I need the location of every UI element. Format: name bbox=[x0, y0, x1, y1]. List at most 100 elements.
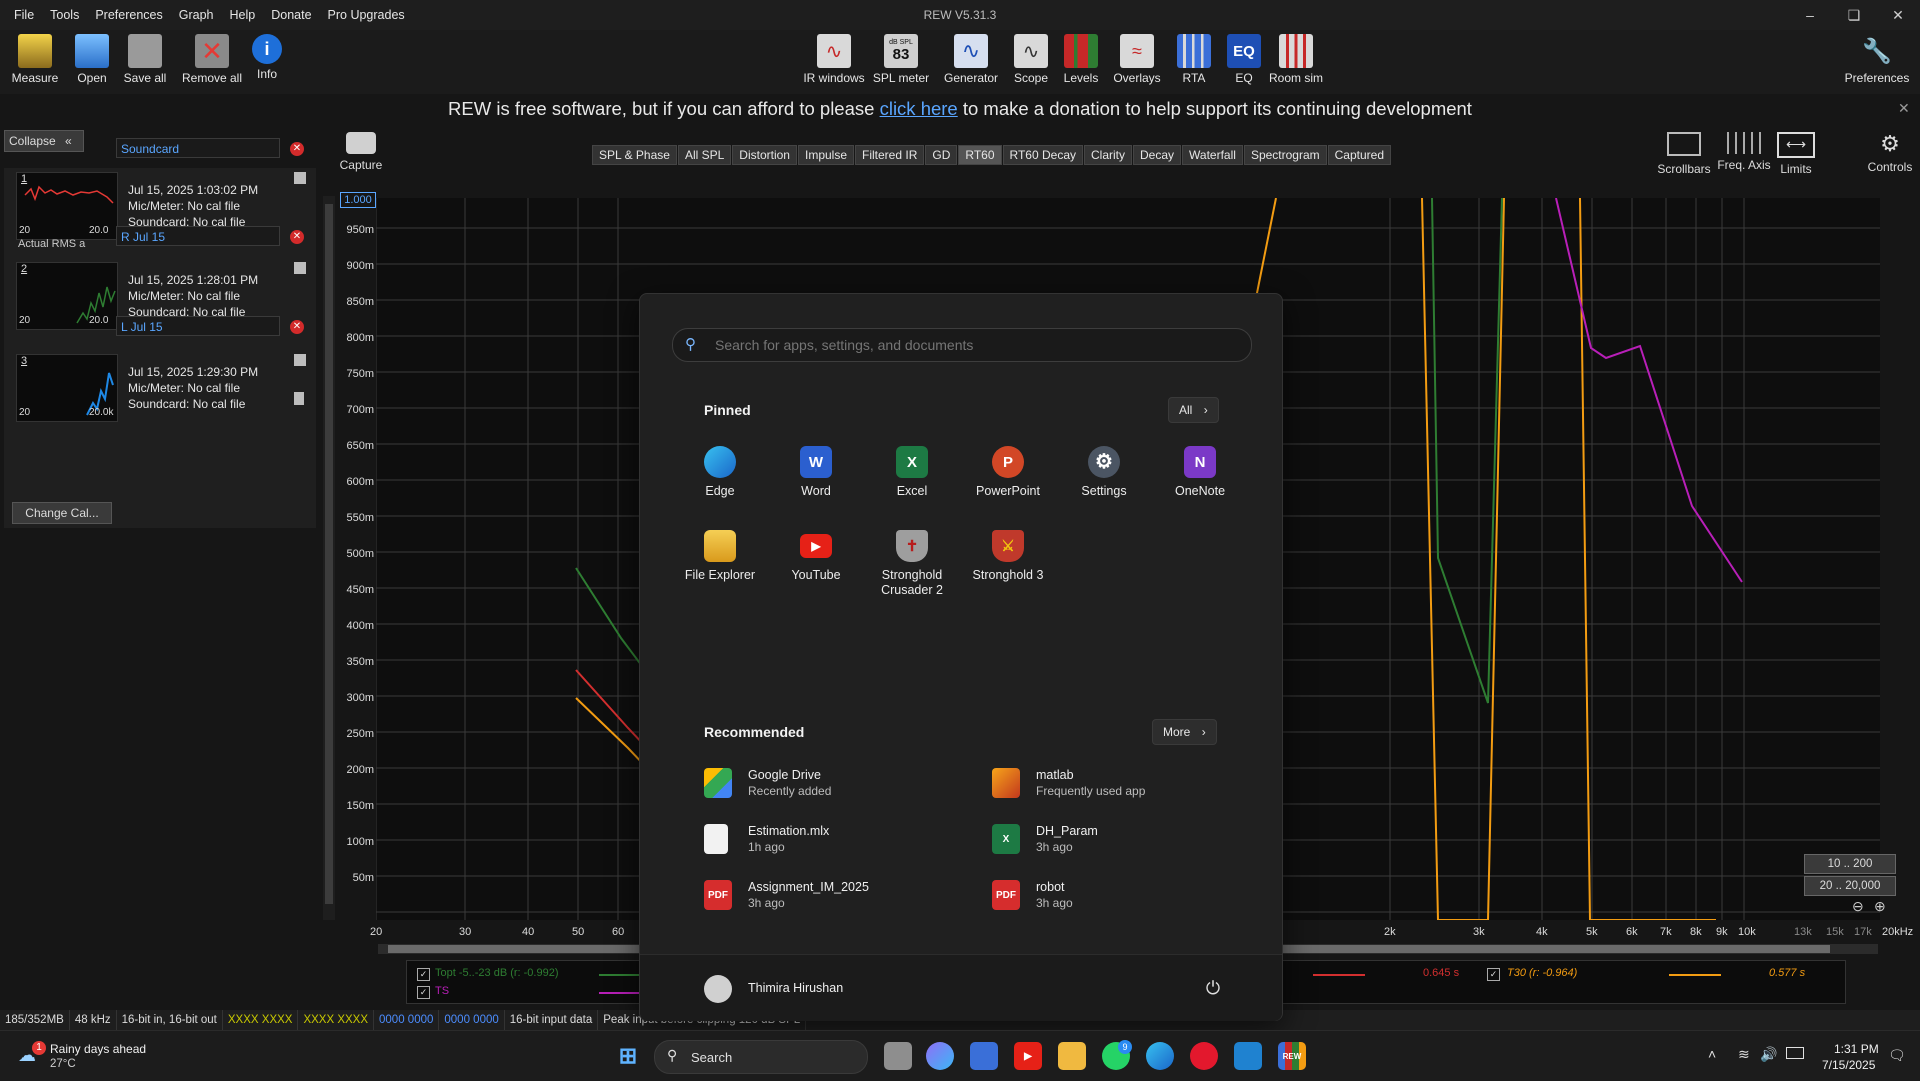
pinned-app-stronghold-crusader-2[interactable]: ✝ Stronghold Crusader 2 bbox=[864, 530, 960, 598]
battery-icon[interactable] bbox=[1786, 1047, 1804, 1059]
ir-windows-button[interactable]: ∿ IR windows bbox=[799, 34, 869, 85]
pinned-app-excel[interactable]: X Excel bbox=[864, 446, 960, 499]
tab-spectrogram[interactable]: Spectrogram bbox=[1243, 145, 1327, 165]
youtube-icon[interactable]: ▶ bbox=[1014, 1042, 1042, 1070]
ts-checkbox[interactable]: ✓ bbox=[417, 986, 430, 999]
recommended-item[interactable]: PDF robot 3h ago bbox=[992, 876, 1242, 916]
file-explorer-icon[interactable] bbox=[1058, 1042, 1086, 1070]
scrollbars-button[interactable]: Scrollbars bbox=[1656, 132, 1712, 176]
menu-tools[interactable]: Tools bbox=[42, 0, 87, 30]
taskbar-search[interactable]: ⚲ Search bbox=[654, 1040, 868, 1074]
spl-meter-button[interactable]: dB SPL 83 SPL meter bbox=[866, 34, 936, 85]
clock-date[interactable]: 7/15/2025 bbox=[1822, 1058, 1875, 1072]
menu-preferences[interactable]: Preferences bbox=[87, 0, 170, 30]
weather-title[interactable]: Rainy days ahead bbox=[50, 1042, 146, 1056]
banner-close-icon[interactable]: ✕ bbox=[1898, 100, 1910, 117]
tab-distortion[interactable]: Distortion bbox=[732, 145, 797, 165]
tab-waterfall[interactable]: Waterfall bbox=[1182, 145, 1243, 165]
donate-link[interactable]: click here bbox=[880, 98, 958, 119]
pinned-app-word[interactable]: W Word bbox=[768, 446, 864, 499]
microsoft-store-icon[interactable] bbox=[970, 1042, 998, 1070]
zoom-out-x-icon[interactable]: ⊖ bbox=[1852, 898, 1864, 915]
vscode-icon[interactable] bbox=[1234, 1042, 1262, 1070]
collapse-button[interactable]: Collapse « bbox=[4, 130, 84, 152]
save-all-button[interactable]: Save all bbox=[110, 34, 180, 85]
tab-all-spl[interactable]: All SPL bbox=[677, 145, 732, 165]
edit-icon[interactable] bbox=[294, 262, 306, 274]
range-20-20000-button[interactable]: 20 .. 20,000 bbox=[1804, 876, 1896, 896]
limits-button[interactable]: ⟷ Limits bbox=[1768, 132, 1824, 176]
menu-pro-upgrades[interactable]: Pro Upgrades bbox=[320, 0, 413, 30]
rew-icon[interactable]: REW bbox=[1278, 1042, 1306, 1070]
remove-soundcard-icon[interactable]: ✕ bbox=[290, 142, 304, 156]
measurement-name-field[interactable]: R Jul 15 bbox=[116, 226, 280, 246]
wifi-icon[interactable]: ≋ bbox=[1738, 1046, 1750, 1063]
change-cal-button[interactable]: Change Cal... bbox=[12, 502, 112, 524]
tab-impulse[interactable]: Impulse bbox=[797, 145, 855, 165]
tab-rt60[interactable]: RT60 bbox=[958, 145, 1002, 165]
menu-file[interactable]: File bbox=[6, 0, 42, 30]
menu-graph[interactable]: Graph bbox=[171, 0, 222, 30]
remove-measurement-icon[interactable]: ✕ bbox=[290, 230, 304, 244]
power-icon[interactable]: ⏻ bbox=[1200, 975, 1226, 1001]
room-sim-button[interactable]: Room sim bbox=[1261, 34, 1331, 85]
tab-filtered-ir[interactable]: Filtered IR bbox=[855, 145, 925, 165]
info-button[interactable]: i Info bbox=[232, 34, 302, 81]
vertical-scrollbar-thumb[interactable] bbox=[325, 204, 333, 904]
tab-clarity[interactable]: Clarity bbox=[1084, 145, 1133, 165]
edit-icon[interactable] bbox=[294, 172, 306, 184]
menu-donate[interactable]: Donate bbox=[263, 0, 319, 30]
measurement-item[interactable]: 3 20 20.0k Jul 15, 2025 1:29:30 PM Mic/M… bbox=[12, 350, 312, 434]
topt-checkbox[interactable]: ✓ bbox=[417, 968, 430, 981]
opera-icon[interactable] bbox=[1190, 1042, 1218, 1070]
capture-button[interactable]: Capture bbox=[336, 132, 386, 172]
windows-start-icon[interactable]: ⊞ bbox=[614, 1042, 642, 1070]
recommended-item[interactable]: matlab Frequently used app bbox=[992, 764, 1242, 804]
task-view-icon[interactable] bbox=[884, 1042, 912, 1070]
zoom-in-x-icon[interactable]: ⊕ bbox=[1874, 898, 1886, 915]
volume-icon[interactable]: 🔊 bbox=[1760, 1046, 1777, 1063]
notification-icon[interactable]: 🗨 bbox=[1888, 1047, 1906, 1064]
chevron-up-icon[interactable]: ˄ bbox=[1708, 1046, 1716, 1062]
measurement-name-field[interactable]: L Jul 15 bbox=[116, 316, 280, 336]
y-axis-top-field[interactable]: 1.000 bbox=[340, 192, 376, 208]
start-search-box[interactable]: ⚲ bbox=[672, 328, 1252, 362]
pinned-app-stronghold-3[interactable]: ⚔ Stronghold 3 bbox=[960, 530, 1056, 583]
start-search-input[interactable] bbox=[713, 329, 1237, 361]
tab-rt60-decay[interactable]: RT60 Decay bbox=[1002, 145, 1083, 165]
pinned-app-settings[interactable]: ⚙ Settings bbox=[1056, 446, 1152, 499]
soundcard-field[interactable]: Soundcard bbox=[116, 138, 280, 158]
all-apps-button[interactable]: All › bbox=[1168, 397, 1219, 423]
edit-icon[interactable] bbox=[294, 354, 306, 366]
recommended-item[interactable]: PDF Assignment_IM_2025 3h ago bbox=[704, 876, 954, 916]
remove-measurement-icon[interactable]: ✕ bbox=[290, 320, 304, 334]
menu-help[interactable]: Help bbox=[222, 0, 264, 30]
freq-axis-button[interactable]: Freq. Axis bbox=[1716, 132, 1772, 172]
avatar[interactable] bbox=[704, 975, 732, 1003]
edge-icon[interactable] bbox=[1146, 1042, 1174, 1070]
preferences-button[interactable]: 🔧 Preferences bbox=[1842, 34, 1912, 86]
clock-time[interactable]: 1:31 PM bbox=[1834, 1042, 1879, 1056]
restore-icon[interactable]: ❏ bbox=[1832, 0, 1876, 30]
pinned-app-onenote[interactable]: N OneNote bbox=[1152, 446, 1248, 499]
recommended-item[interactable]: Estimation.mlx 1h ago bbox=[704, 820, 954, 860]
copilot-icon[interactable] bbox=[926, 1042, 954, 1070]
minimize-icon[interactable]: – bbox=[1788, 0, 1832, 30]
user-name[interactable]: Thimira Hirushan bbox=[748, 981, 843, 995]
tab-gd[interactable]: GD bbox=[925, 145, 958, 165]
pinned-app-powerpoint[interactable]: P PowerPoint bbox=[960, 446, 1056, 499]
pinned-app-youtube[interactable]: ▶ YouTube bbox=[768, 530, 864, 583]
tab-spl-phase[interactable]: SPL & Phase bbox=[592, 145, 677, 165]
close-icon[interactable]: ✕ bbox=[1876, 0, 1920, 30]
recommended-item[interactable]: X DH_Param 3h ago bbox=[992, 820, 1242, 860]
more-button[interactable]: More › bbox=[1152, 719, 1217, 745]
document-icon[interactable] bbox=[294, 392, 304, 405]
range-10-200-button[interactable]: 10 .. 200 bbox=[1804, 854, 1896, 874]
t30-checkbox[interactable]: ✓ bbox=[1487, 968, 1500, 981]
tab-decay[interactable]: Decay bbox=[1133, 145, 1182, 165]
tab-captured[interactable]: Captured bbox=[1327, 145, 1392, 165]
pinned-app-file-explorer[interactable]: File Explorer bbox=[672, 530, 768, 583]
controls-button[interactable]: ⚙ Controls bbox=[1862, 132, 1918, 175]
recommended-item[interactable]: Google Drive Recently added bbox=[704, 764, 954, 804]
pinned-app-edge[interactable]: Edge bbox=[672, 446, 768, 499]
